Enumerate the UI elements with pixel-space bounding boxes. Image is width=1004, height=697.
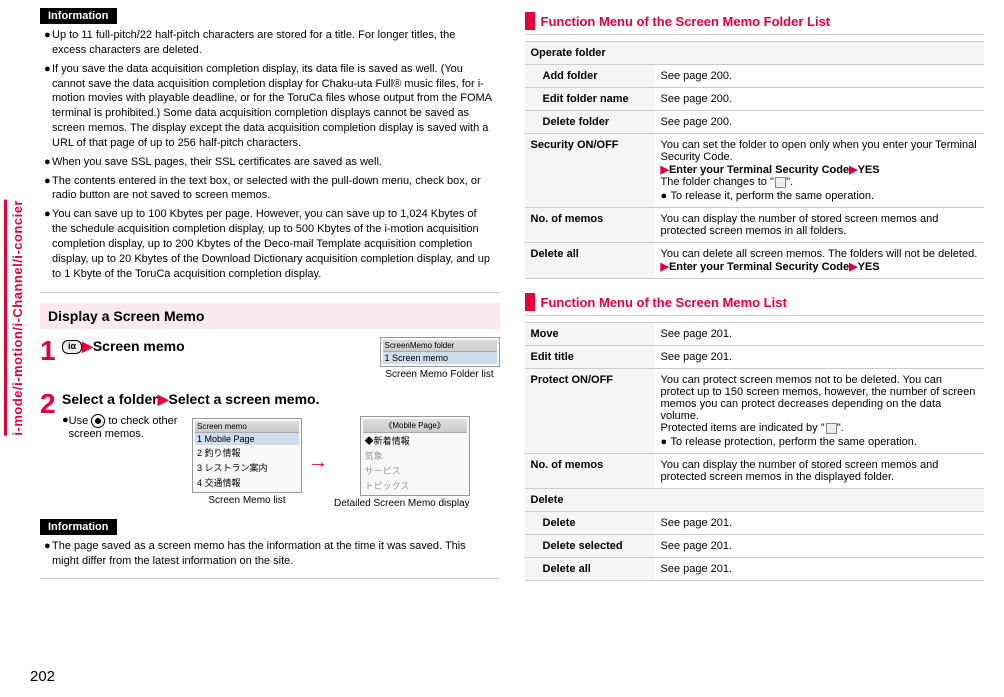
red-square-icon — [525, 12, 535, 30]
table-row: Delete all You can delete all screen mem… — [525, 243, 985, 279]
step-2: 2 Select a folder▶Select a screen memo. … — [40, 390, 500, 509]
information-box-2: Information ●The page saved as a screen … — [40, 519, 500, 580]
screen-memo-folder-caption: Screen Memo Folder list — [380, 369, 500, 380]
page-number: 202 — [30, 668, 55, 685]
step-2-title: Select a folder▶Select a screen memo. — [62, 390, 500, 408]
left-column: Information ●Up to 11 full-pitch/22 half… — [40, 8, 500, 589]
table-row: Protect ON/OFF You can protect screen me… — [525, 369, 985, 454]
table-row: Delete selectedSee page 201. — [525, 535, 985, 558]
memo-list-function-table: MoveSee page 201. Edit titleSee page 201… — [525, 322, 985, 581]
step-number-1: 1 — [40, 337, 62, 380]
information-box-1: Information ●Up to 11 full-pitch/22 half… — [40, 8, 500, 293]
screen-memo-folder-screenshot: ScreenMemo folder 1 Screen memo — [380, 337, 500, 367]
step-1: 1 iα▶Screen memo ScreenMemo folder 1 Scr… — [40, 337, 500, 380]
info-bullet: ●Up to 11 full-pitch/22 half-pitch chara… — [44, 28, 492, 58]
function-menu-folder-list-heading: Function Menu of the Screen Memo Folder … — [525, 12, 985, 35]
dpad-icon — [91, 414, 105, 428]
table-row: DeleteSee page 201. — [525, 512, 985, 535]
section-heading-display-screen-memo: Display a Screen Memo — [40, 303, 500, 329]
protect-icon — [826, 423, 837, 434]
table-row: MoveSee page 201. — [525, 323, 985, 346]
table-row: Security ON/OFF You can set the folder t… — [525, 134, 985, 208]
information-label: Information — [40, 8, 117, 24]
delete-group: Delete — [525, 489, 985, 512]
table-row: Delete folderSee page 200. — [525, 111, 985, 134]
side-tab: i-mode/i-motion/i-Channel/i-concier — [4, 200, 25, 436]
table-row: No. of memosYou can display the number o… — [525, 454, 985, 489]
info-bullet: ●The page saved as a screen memo has the… — [44, 539, 492, 569]
table-row: Delete allSee page 201. — [525, 558, 985, 581]
info-bullet: ●If you save the data acquisition comple… — [44, 62, 492, 151]
function-menu-memo-list-heading: Function Menu of the Screen Memo List — [525, 293, 985, 316]
info-bullet: ●When you save SSL pages, their SSL cert… — [44, 155, 492, 170]
step-number-2: 2 — [40, 390, 62, 509]
operate-folder-group: Operate folder — [525, 42, 985, 65]
right-column: Function Menu of the Screen Memo Folder … — [525, 8, 985, 589]
info-bullet: ●The contents entered in the text box, o… — [44, 174, 492, 204]
table-row: No. of memosYou can display the number o… — [525, 208, 985, 243]
screen-memo-list-screenshot: Screen memo 1 Mobile Page 2 釣り情報 3 レストラン… — [192, 418, 302, 493]
info-bullet: ●You can save up to 100 Kbytes per page.… — [44, 207, 492, 281]
i-alpha-key-icon: iα — [62, 340, 82, 354]
detailed-screen-memo-screenshot: 《Mobile Page》 ◆新着情報 気象 サービス トピックス — [360, 416, 470, 496]
folder-lock-icon — [775, 177, 786, 188]
table-row: Edit folder nameSee page 200. — [525, 88, 985, 111]
folder-list-function-table: Operate folder Add folderSee page 200. E… — [525, 41, 985, 279]
arrow-right-icon: → — [308, 451, 328, 474]
detailed-screen-memo-caption: Detailed Screen Memo display — [334, 498, 470, 509]
step-note: ● Use to check other screen memos. — [62, 414, 182, 440]
step-1-title: iα▶Screen memo — [62, 337, 185, 380]
table-row: Edit titleSee page 201. — [525, 346, 985, 369]
information-label: Information — [40, 519, 117, 535]
red-square-icon — [525, 293, 535, 311]
table-row: Add folderSee page 200. — [525, 65, 985, 88]
screen-memo-list-caption: Screen Memo list — [192, 495, 302, 506]
